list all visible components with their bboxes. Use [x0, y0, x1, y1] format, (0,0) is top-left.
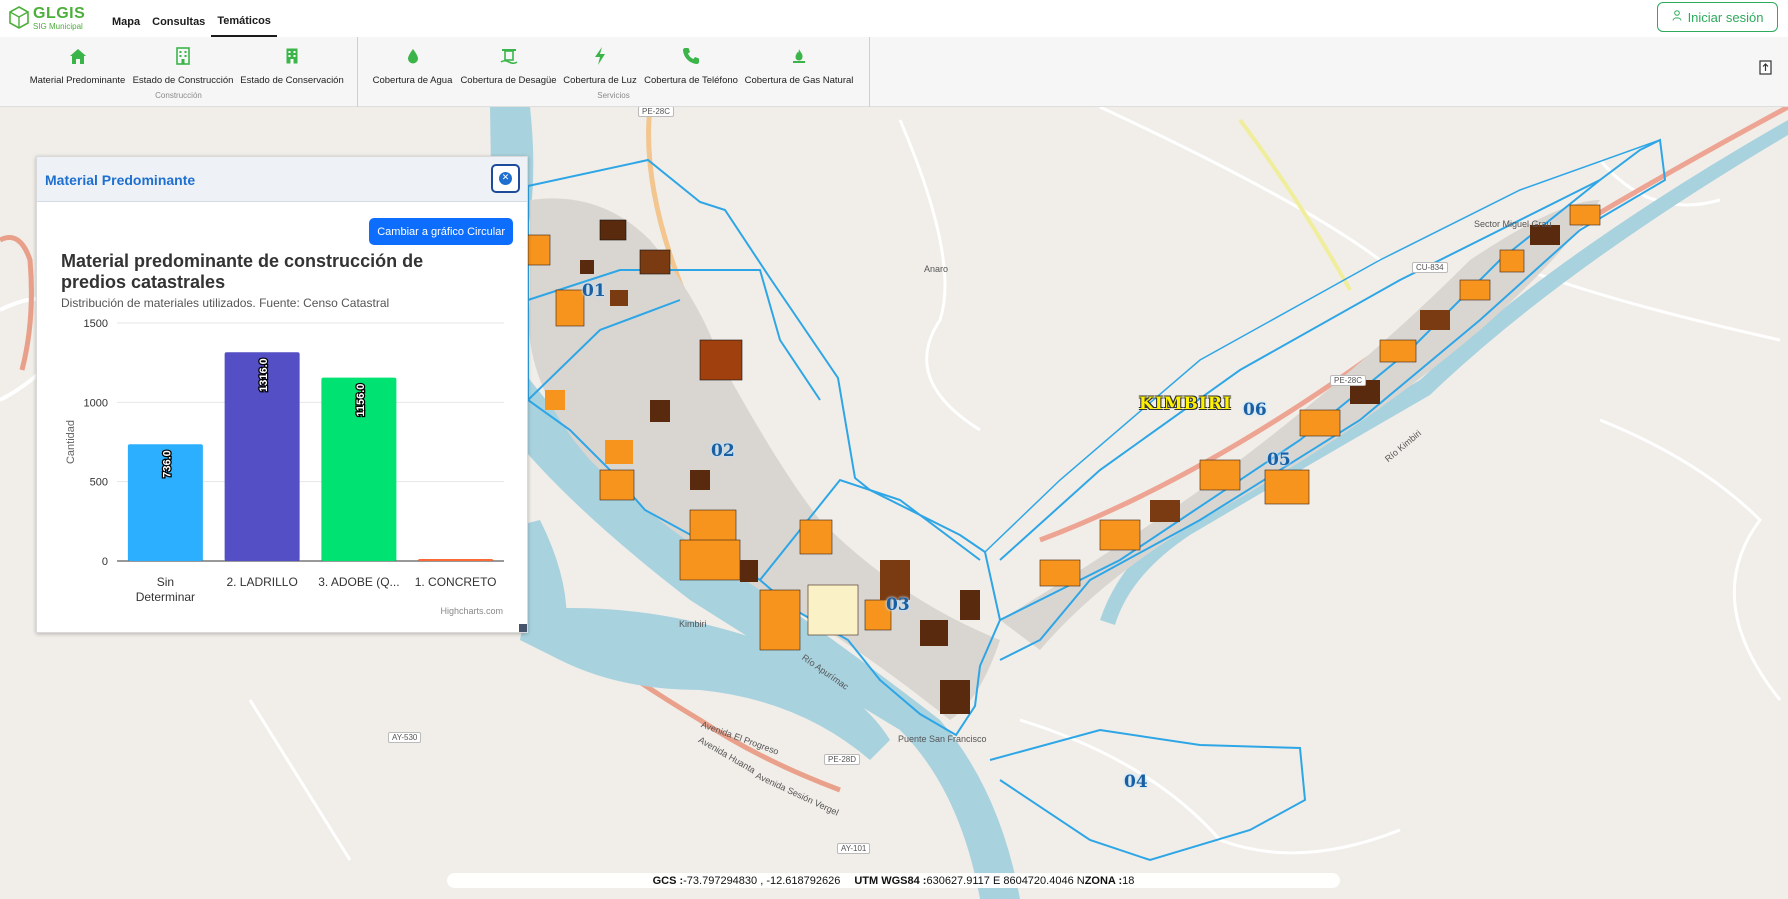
ribbon-cobertura-gas[interactable]: Cobertura de Gas Natural [742, 37, 856, 89]
x-tick-label: 2. LADRILLO [226, 575, 297, 589]
ribbon-label: Estado de Conservación [240, 75, 344, 86]
building-icon [176, 46, 190, 66]
home-icon [69, 46, 87, 66]
utm-label: UTM WGS84 : [854, 874, 927, 887]
road-shield: AY-530 [388, 732, 422, 743]
sector-label-04: 04 [1124, 772, 1148, 792]
export-icon[interactable] [1759, 60, 1772, 79]
menu-consultas[interactable]: Consultas [146, 0, 211, 37]
chart-panel[interactable]: Material Predominante ✕ Cambiar a gráfic… [36, 156, 528, 633]
bar-value-label: 736.0 [161, 450, 173, 478]
zone-value: 18 [1122, 874, 1135, 887]
resize-handle[interactable] [519, 624, 527, 632]
x-tick-label: Sin [157, 575, 174, 589]
place-sector-miguel-grau: Sector Miguel Grau [1474, 219, 1552, 229]
ribbon-cobertura-agua[interactable]: Cobertura de Agua [368, 37, 457, 89]
y-tick-label: 0 [102, 556, 108, 568]
place-kimbiri: Kimbiri [679, 619, 707, 629]
ribbon-label: Cobertura de Teléfono [644, 75, 738, 86]
lightning-icon [594, 46, 606, 66]
sector-label-02: 02 [711, 441, 735, 461]
town-label-kimbiri: KIMBIRI [1139, 394, 1232, 414]
bar-value-label: 1316.0 [258, 358, 270, 392]
y-axis-title: Cantidad [65, 420, 77, 464]
menu-mapa[interactable]: Mapa [106, 0, 146, 37]
ribbon-label: Estado de Construcción [132, 75, 234, 86]
x-tick-label: 1. CONCRETO [415, 575, 497, 589]
road-shield: PE-28C [1330, 375, 1367, 386]
ribbon-estado-construccion[interactable]: Estado de Construcción [129, 37, 237, 89]
road-shield: PE-28D [824, 754, 861, 765]
place-anaro: Anaro [924, 264, 949, 274]
login-button[interactable]: Iniciar sesión [1657, 2, 1778, 32]
bar [418, 559, 494, 561]
main-menu: Mapa Consultas Temáticos [106, 0, 277, 37]
coordinates-status-bar: GCS : -73.797294830 , -12.618792626 UTM … [447, 873, 1340, 888]
y-tick-label: 500 [90, 477, 108, 489]
gcs-label: GCS : [652, 874, 684, 887]
top-bar: GLGIS SIG Municipal Mapa Consultas Temát… [0, 0, 1788, 37]
app-logo[interactable]: GLGIS SIG Municipal [8, 5, 85, 31]
ribbon-label: Cobertura de Gas Natural [744, 75, 854, 86]
road-shield: AY-101 [837, 843, 871, 854]
sector-label-03: 03 [886, 595, 910, 615]
place-puente-san-francisco: Puente San Francisco [898, 734, 987, 744]
logo-subtitle: SIG Municipal [33, 21, 83, 31]
ribbon-label: Cobertura de Luz [563, 75, 637, 86]
phone-icon [682, 46, 700, 66]
menu-tematicos[interactable]: Temáticos [211, 0, 277, 37]
ribbon-estado-conservacion[interactable]: Estado de Conservación [237, 37, 347, 89]
group-label: Construcción [155, 91, 202, 100]
y-tick-label: 1500 [84, 318, 108, 330]
ribbon-cobertura-telefono[interactable]: Cobertura de Teléfono [640, 37, 742, 89]
bar-chart: 0 500 1000 1500 Cantidad 736.0 SinDeterminar 13… [65, 318, 504, 604]
thematic-ribbon: Material Predominante Estado de Construc… [0, 37, 1788, 107]
building-small-icon [286, 46, 298, 66]
ribbon-label: Cobertura de Desagüe [460, 75, 557, 86]
zone-label: ZONA : [1084, 874, 1123, 887]
drain-icon [500, 46, 518, 66]
ribbon-cobertura-desague[interactable]: Cobertura de Desagüe [457, 37, 560, 89]
sector-label-06: 06 [1243, 400, 1267, 420]
road-shield: CU-834 [1412, 262, 1448, 273]
bar-value-label: 1156.0 [355, 384, 367, 417]
ribbon-label: Cobertura de Agua [372, 75, 453, 86]
group-servicios: Cobertura de Agua Cobertura de Desagüe C… [358, 37, 870, 107]
login-label: Iniciar sesión [1687, 9, 1764, 25]
sector-label-05: 05 [1267, 450, 1291, 470]
road-shield: PE-28C [638, 107, 675, 117]
group-construccion: Material Predominante Estado de Construc… [0, 37, 358, 107]
logo-name: GLGIS [33, 4, 86, 22]
gas-flame-icon [792, 46, 806, 66]
y-tick-label: 1000 [84, 397, 108, 409]
ribbon-label: Material Predominante [29, 75, 126, 86]
x-tick-label: 3. ADOBE (Q... [318, 575, 399, 589]
logo-cube-icon [9, 6, 29, 29]
gcs-value: -73.797294830 , -12.618792626 [683, 874, 841, 887]
chart-credits[interactable]: Highcharts.com [440, 606, 503, 616]
user-icon [1672, 10, 1682, 24]
sector-label-01: 01 [582, 281, 606, 301]
ribbon-material-predominante[interactable]: Material Predominante [26, 37, 129, 89]
water-drop-icon [407, 46, 419, 66]
group-label: Servicios [597, 91, 630, 100]
utm-value: 630627.9117 E 8604720.4046 N [926, 874, 1085, 887]
ribbon-cobertura-luz[interactable]: Cobertura de Luz [560, 37, 640, 89]
x-tick-label: Determinar [136, 590, 195, 604]
